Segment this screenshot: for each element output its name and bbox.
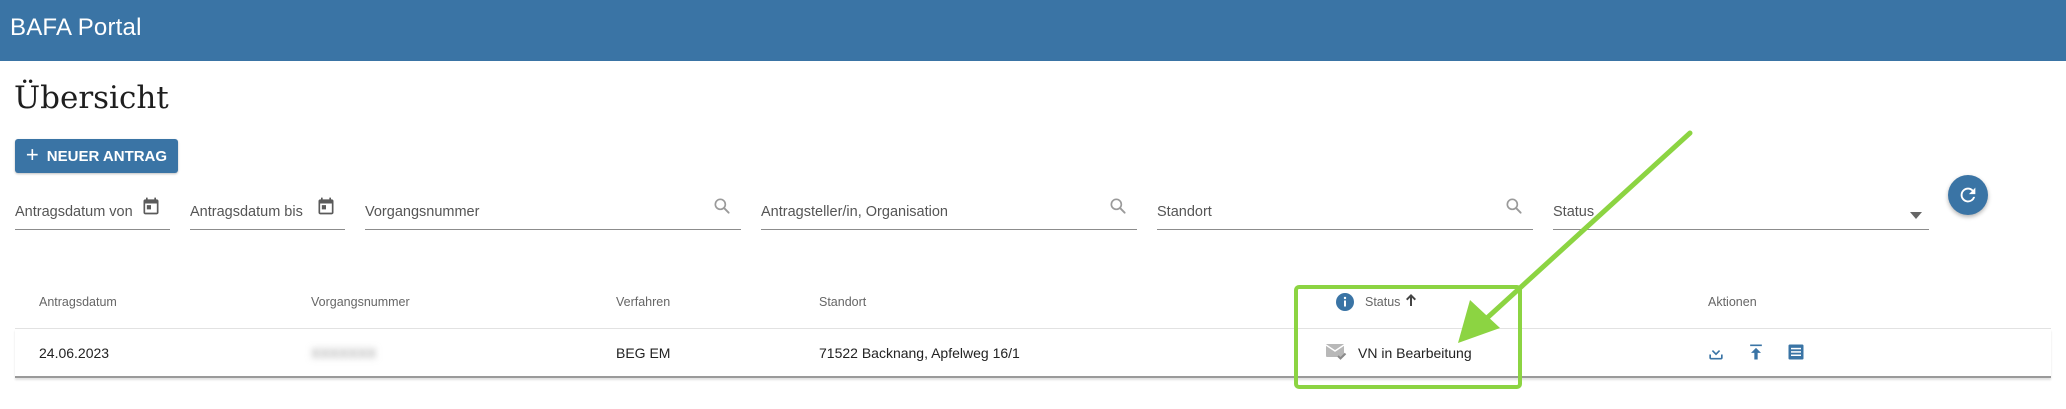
annotation-arrow — [1458, 130, 1693, 343]
